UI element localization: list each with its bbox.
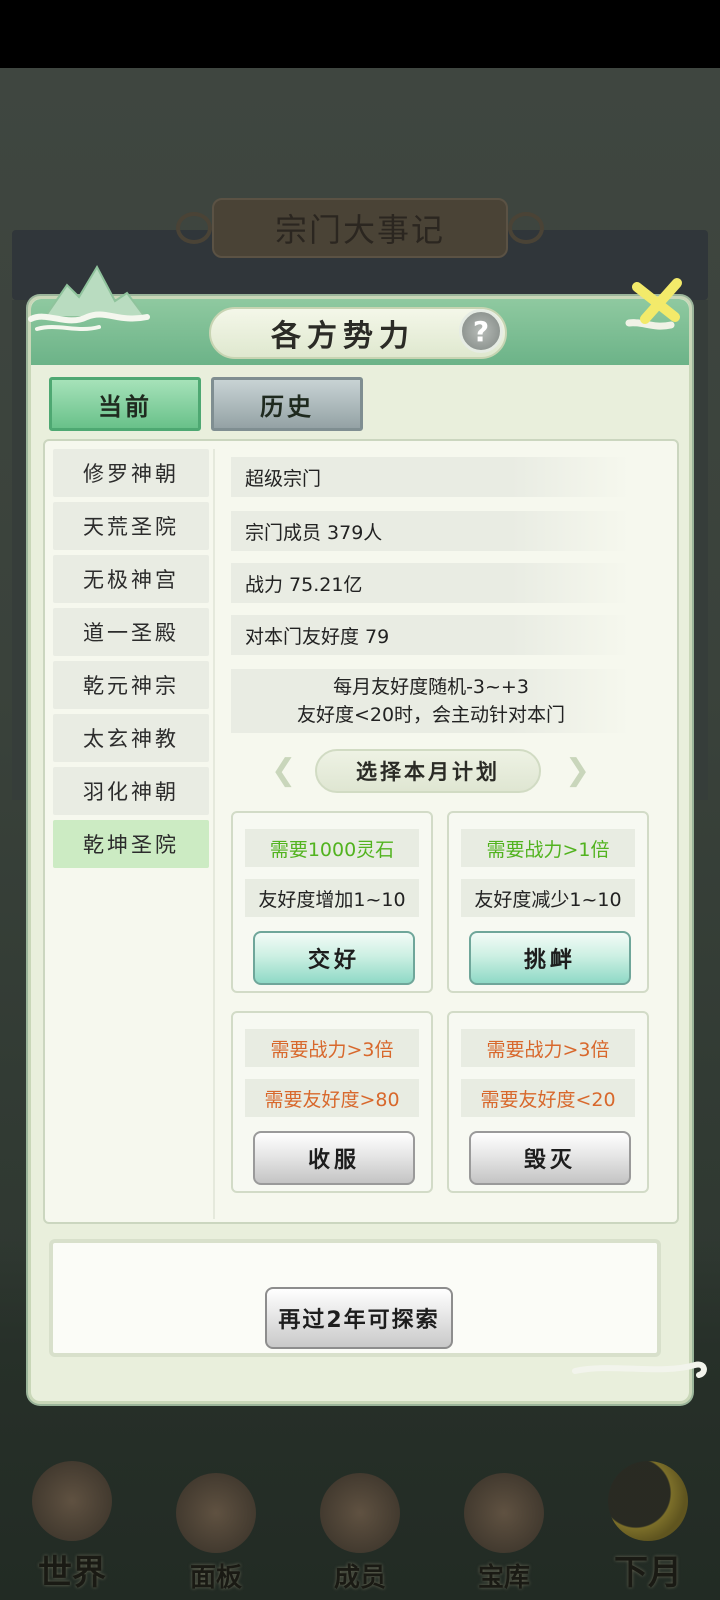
befriend-button[interactable]: 交好 — [253, 931, 415, 985]
faction-item[interactable]: 修罗神朝 — [53, 449, 209, 497]
note-line: 友好度<20时，会主动针对本门 — [296, 704, 566, 726]
faction-item[interactable]: 天荒圣院 — [53, 502, 209, 550]
nav-next-month[interactable]: 下月 — [583, 1461, 713, 1594]
factions-dialog: 各方势力 ? 当前 历史 修罗神朝 天荒圣院 无极神宫 道一圣殿 乾元神宗 太玄… — [28, 264, 707, 1404]
faction-item[interactable]: 道一圣殿 — [53, 608, 209, 656]
gate-icon — [176, 1473, 256, 1553]
nav-treasury[interactable]: 宝库 — [439, 1473, 569, 1594]
moon-icon — [608, 1461, 688, 1541]
faction-item[interactable]: 乾元神宗 — [53, 661, 209, 709]
explore-box: 再过2年可探索 — [49, 1239, 661, 1357]
plan-requirement: 需要战力>3倍 — [245, 1029, 419, 1067]
plan-card-befriend: 需要1000灵石 友好度增加1~10 交好 — [231, 811, 433, 993]
tab-history[interactable]: 历史 — [211, 377, 363, 431]
faction-members: 宗门成员 379人 — [231, 511, 631, 551]
treasury-icon — [464, 1473, 544, 1553]
title-wing-right-icon — [508, 212, 544, 244]
faction-item-selected[interactable]: 乾坤圣院 — [53, 820, 209, 868]
nav-label: 下月 — [614, 1553, 682, 1593]
nav-label: 成员 — [333, 1563, 386, 1593]
nav-members[interactable]: 成员 — [295, 1473, 425, 1594]
cloud-scroll-icon — [572, 1361, 707, 1378]
wing-right-icon: ❯ — [565, 753, 591, 788]
nav-label: 面板 — [189, 1563, 242, 1593]
plan-effect: 友好度增加1~10 — [245, 879, 419, 917]
tab-current[interactable]: 当前 — [49, 377, 201, 431]
bottom-nav: 世界 面板 成员 宝库 下月 — [0, 1418, 720, 1600]
plan-requirement: 需要友好度<20 — [461, 1079, 635, 1117]
plan-title: 选择本月计划 — [315, 749, 541, 793]
background-panel-edge — [690, 300, 708, 800]
status-bar — [0, 0, 720, 68]
provoke-button[interactable]: 挑衅 — [469, 931, 631, 985]
plan-card-provoke: 需要战力>1倍 友好度减少1~10 挑衅 — [447, 811, 649, 993]
member-icon — [320, 1473, 400, 1553]
nav-panel[interactable]: 面板 — [151, 1473, 281, 1594]
plan-requirement: 需要友好度>80 — [245, 1079, 419, 1117]
mountain-cloud-icon — [28, 264, 150, 331]
faction-item[interactable]: 羽化神朝 — [53, 767, 209, 815]
faction-content: 修罗神朝 天荒圣院 无极神宫 道一圣殿 乾元神宗 太玄神教 羽化神朝 乾坤圣院 … — [43, 439, 679, 1224]
explore-button[interactable]: 再过2年可探索 — [265, 1287, 453, 1349]
title-wing-left-icon — [176, 212, 212, 244]
nav-world[interactable]: 世界 — [7, 1461, 137, 1594]
faction-friendship: 对本门友好度 79 — [231, 615, 631, 655]
close-icon[interactable] — [623, 271, 693, 341]
plan-card-subdue: 需要战力>3倍 需要友好度>80 收服 — [231, 1011, 433, 1193]
help-icon[interactable]: ? — [459, 309, 503, 353]
palace-icon — [32, 1461, 112, 1541]
plan-requirement: 需要战力>1倍 — [461, 829, 635, 867]
faction-item[interactable]: 无极神宫 — [53, 555, 209, 603]
faction-power: 战力 75.21亿 — [231, 563, 631, 603]
divider — [213, 449, 215, 1219]
nav-label: 宝库 — [477, 1563, 530, 1593]
destroy-button[interactable]: 毁灭 — [469, 1131, 631, 1185]
plan-requirement: 需要战力>3倍 — [461, 1029, 635, 1067]
faction-rank: 超级宗门 — [231, 457, 631, 497]
nav-label: 世界 — [38, 1553, 106, 1593]
faction-list: 修罗神朝 天荒圣院 无极神宫 道一圣殿 乾元神宗 太玄神教 羽化神朝 乾坤圣院 — [53, 449, 209, 873]
friendship-note: 每月友好度随机-3~+3 友好度<20时，会主动针对本门 — [231, 669, 631, 733]
plan-requirement: 需要1000灵石 — [245, 829, 419, 867]
plan-effect: 友好度减少1~10 — [461, 879, 635, 917]
plan-card-destroy: 需要战力>3倍 需要友好度<20 毁灭 — [447, 1011, 649, 1193]
subdue-button[interactable]: 收服 — [253, 1131, 415, 1185]
note-line: 每月友好度随机-3~+3 — [333, 676, 529, 698]
faction-item[interactable]: 太玄神教 — [53, 714, 209, 762]
event-log-title: 宗门大事记 — [212, 198, 508, 258]
